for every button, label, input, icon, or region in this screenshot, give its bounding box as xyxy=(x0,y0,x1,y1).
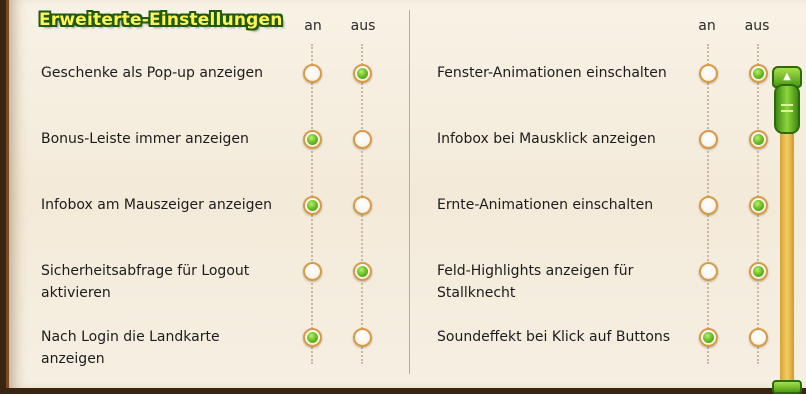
radio-off[interactable] xyxy=(353,64,372,83)
radio-off[interactable] xyxy=(749,328,768,347)
radio-off[interactable] xyxy=(353,262,372,281)
radio-on[interactable] xyxy=(699,196,718,215)
radio-on[interactable] xyxy=(303,130,322,149)
radio-on[interactable] xyxy=(303,328,322,347)
radio-on[interactable] xyxy=(699,262,718,281)
column-header-off: aus xyxy=(744,18,770,34)
radio-off[interactable] xyxy=(749,262,768,281)
setting-label: Ernte-Animationen einschalten xyxy=(437,197,654,213)
setting-label: Geschenke als Pop-up anzeigen xyxy=(41,65,264,81)
radio-on[interactable] xyxy=(303,262,322,281)
radio-on[interactable] xyxy=(303,196,322,215)
page-title: Erweiterte-Einstellungen xyxy=(39,10,283,30)
radio-off[interactable] xyxy=(749,130,768,149)
setting-label: Soundeffekt bei Klick auf Buttons xyxy=(437,329,671,345)
scroll-down-button[interactable] xyxy=(772,380,802,394)
radio-on[interactable] xyxy=(699,328,718,347)
setting-label: Nach Login die Landkarte anzeigen xyxy=(41,329,220,367)
settings-panel: Erweiterte-Einstellungen an aus an aus G… xyxy=(6,0,806,388)
radio-off[interactable] xyxy=(353,196,372,215)
radio-on[interactable] xyxy=(699,64,718,83)
radio-on[interactable] xyxy=(699,130,718,149)
column-header-on: an xyxy=(698,18,716,34)
column-header-on: an xyxy=(304,18,322,34)
setting-label: Sicherheitsabfrage für Logout aktivieren xyxy=(41,263,250,301)
setting-label: Feld-Highlights anzeigen für Stallknecht xyxy=(437,263,634,301)
radio-off[interactable] xyxy=(353,328,372,347)
scrollbar-thumb[interactable] xyxy=(774,84,800,134)
radio-off[interactable] xyxy=(353,130,372,149)
column-header-off: aus xyxy=(350,18,376,34)
setting-label: Infobox bei Mausklick anzeigen xyxy=(437,131,656,147)
setting-label: Infobox am Mauszeiger anzeigen xyxy=(41,197,272,213)
setting-label: Fenster-Animationen einschalten xyxy=(437,65,667,81)
radio-off[interactable] xyxy=(749,64,768,83)
radio-on[interactable] xyxy=(303,64,322,83)
setting-label: Bonus-Leiste immer anzeigen xyxy=(41,131,249,147)
column-divider xyxy=(409,10,410,374)
radio-off[interactable] xyxy=(749,196,768,215)
